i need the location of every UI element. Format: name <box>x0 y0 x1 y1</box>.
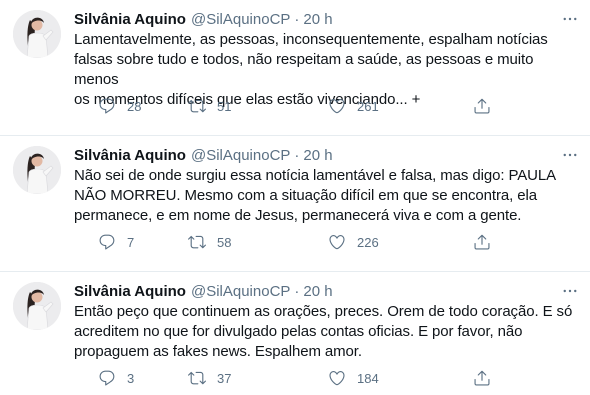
reply-count: 28 <box>127 98 142 114</box>
tweet-text-line: Lamentavelmente, as pessoas, inconsequen… <box>74 31 548 48</box>
separator: · <box>294 11 300 28</box>
retweet-icon <box>188 235 206 249</box>
tweet[interactable]: Silvânia Aquino @SilAquinoCP · 20 h Entã… <box>0 272 590 395</box>
like-count: 184 <box>357 370 379 386</box>
author-name[interactable]: Silvânia Aquino <box>74 283 186 300</box>
like-button[interactable]: 261 <box>328 96 379 116</box>
reply-button[interactable]: 7 <box>98 232 134 252</box>
avatar[interactable] <box>13 282 61 330</box>
avatar[interactable] <box>13 146 61 194</box>
tweet-text-line: falsas sobre tudo e todos, não respeitam… <box>74 51 534 88</box>
retweet-button[interactable]: 51 <box>188 96 231 116</box>
reply-icon <box>99 234 115 250</box>
reply-icon <box>99 370 115 386</box>
author-handle[interactable]: @SilAquinoCP <box>191 11 290 28</box>
author-name[interactable]: Silvânia Aquino <box>74 147 186 164</box>
more-options-icon[interactable] <box>560 145 580 165</box>
tweet-text: Lamentavelmente, as pessoas, inconsequen… <box>74 30 574 110</box>
tweet-text: Então peço que continuem as orações, pre… <box>74 302 574 362</box>
share-icon <box>474 98 490 114</box>
share-icon <box>474 234 490 250</box>
reply-count: 3 <box>127 370 135 386</box>
tweet[interactable]: Silvânia Aquino @SilAquinoCP · 20 h Lame… <box>0 0 590 136</box>
tweet-header: Silvânia Aquino @SilAquinoCP · 20 h <box>74 147 333 165</box>
retweet-count: 51 <box>217 98 232 114</box>
retweet-count: 37 <box>217 370 232 386</box>
tweet-feed: Silvânia Aquino @SilAquinoCP · 20 h Lame… <box>0 0 590 395</box>
tweet-text-line: os momentos difíceis que elas estão vive… <box>74 91 421 108</box>
heart-icon <box>329 371 345 386</box>
like-count: 226 <box>357 234 379 250</box>
tweet-header: Silvânia Aquino @SilAquinoCP · 20 h <box>74 11 333 29</box>
tweet[interactable]: Silvânia Aquino @SilAquinoCP · 20 h Não … <box>0 136 590 272</box>
more-options-icon[interactable] <box>560 281 580 301</box>
share-button[interactable] <box>473 232 491 252</box>
separator: · <box>294 283 300 300</box>
share-icon <box>474 370 490 386</box>
like-button[interactable]: 184 <box>328 368 379 388</box>
retweet-button[interactable]: 37 <box>188 368 231 388</box>
tweet-text-line: propaguem as fakes news. Espalhem amor. <box>74 343 362 360</box>
reply-button[interactable]: 3 <box>98 368 134 388</box>
reply-button[interactable]: 28 <box>98 96 141 116</box>
tweet-header: Silvânia Aquino @SilAquinoCP · 20 h <box>74 283 333 301</box>
heart-icon <box>329 99 345 114</box>
like-count: 261 <box>357 98 379 114</box>
heart-icon <box>329 235 345 250</box>
share-button[interactable] <box>473 96 491 116</box>
retweet-count: 58 <box>217 234 232 250</box>
tweet-text-line: Então peço que continuem as orações, pre… <box>74 303 573 320</box>
retweet-icon <box>188 371 206 385</box>
tweet-text-line: NÃO MORREU. Mesmo com a situação difícil… <box>74 187 537 204</box>
separator: · <box>294 147 300 164</box>
retweet-icon <box>188 99 206 113</box>
author-handle[interactable]: @SilAquinoCP <box>191 147 290 164</box>
retweet-button[interactable]: 58 <box>188 232 231 252</box>
tweet-text-line: Não sei de onde surgiu essa notícia lame… <box>74 167 557 184</box>
author-handle[interactable]: @SilAquinoCP <box>191 283 290 300</box>
timestamp[interactable]: 20 h <box>303 283 332 300</box>
reply-icon <box>99 98 115 114</box>
reply-count: 7 <box>127 234 135 250</box>
tweet-text: Não sei de onde surgiu essa notícia lame… <box>74 166 574 226</box>
timestamp[interactable]: 20 h <box>303 147 332 164</box>
tweet-text-line: permanece, e em nome de Jesus, permanece… <box>74 207 522 224</box>
like-button[interactable]: 226 <box>328 232 379 252</box>
tweet-text-line: acreditem no que for divulgado pelas con… <box>74 323 523 340</box>
timestamp[interactable]: 20 h <box>303 11 332 28</box>
share-button[interactable] <box>473 368 491 388</box>
author-name[interactable]: Silvânia Aquino <box>74 11 186 28</box>
avatar[interactable] <box>13 10 61 58</box>
more-options-icon[interactable] <box>560 9 580 29</box>
